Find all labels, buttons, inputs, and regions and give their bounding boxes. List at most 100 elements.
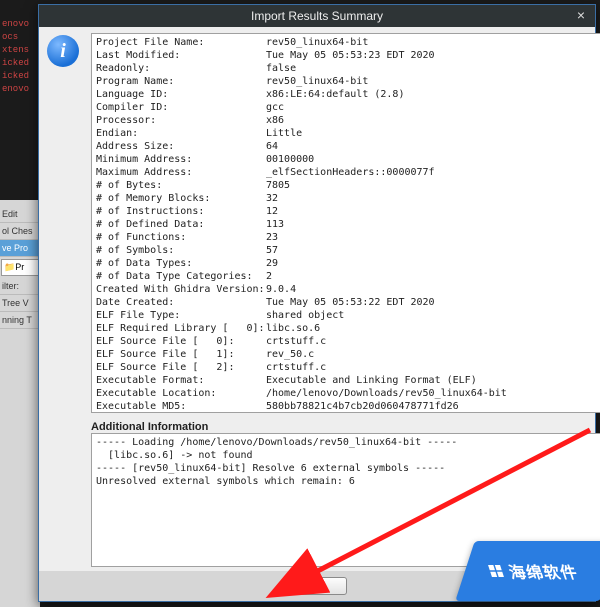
bg-left-pane: Edit ol Ches ve Pro Pr ilter: Tree V nni… [0,200,40,607]
property-value: crtstuff.c [266,362,326,373]
property-value: false [266,63,296,74]
additional-info-line: Unresolved external symbols which remain… [96,475,600,488]
info-icon: i [47,33,83,567]
property-row: # of Instructions:12 [96,205,600,218]
property-row: ELF Required Library [ 0]:libc.so.6 [96,322,600,335]
property-key: ELF Source File [ 2]: [96,361,266,374]
property-key: ELF File Type: [96,309,266,322]
property-key: Readonly: [96,62,266,75]
property-value: libc.so.6 [266,323,320,334]
property-value: _elfSectionHeaders::0000077f [266,167,435,178]
property-value: 9.0.4 [266,284,296,295]
property-key: Executable Format: [96,374,266,387]
property-value: Tue May 05 05:53:22 EDT 2020 [266,297,435,308]
property-key: Minimum Address: [96,153,266,166]
property-key: Created With Ghidra Version: [96,283,266,296]
property-row: # of Data Type Categories:2 [96,270,600,283]
property-key: # of Memory Blocks: [96,192,266,205]
additional-info-label: Additional Information [91,421,600,433]
property-row: Processor:x86 [96,114,600,127]
property-row: Endian:Little [96,127,600,140]
dialog-title: Import Results Summary [251,9,383,23]
property-key: Endian: [96,127,266,140]
property-value: x86 [266,115,284,126]
dialog-titlebar[interactable]: Import Results Summary × [39,5,595,27]
property-row: ELF Source File [ 1]:rev_50.c [96,348,600,361]
property-row: # of Symbols:57 [96,244,600,257]
property-key: Address Size: [96,140,266,153]
property-key: Processor: [96,114,266,127]
property-value: /home/lenovo/Downloads/rev50_linux64-bit [266,388,507,399]
property-row: Last Modified:Tue May 05 05:53:23 EDT 20… [96,49,600,62]
property-value: gcc [266,102,284,113]
property-value: 00100000 [266,154,314,165]
property-row: Project File Name:rev50_linux64-bit [96,36,600,49]
property-key: Project File Name: [96,36,266,49]
property-value: crtstuff.c [266,336,326,347]
property-value: shared object [266,310,344,321]
additional-info-pane[interactable]: ----- Loading /home/lenovo/Downloads/rev… [91,433,600,567]
property-key: ELF Source File [ 0]: [96,335,266,348]
property-row: Readonly:false [96,62,600,75]
property-value: 580bb78821c4b7cb20d060478771fd26 [266,401,459,412]
property-key: Program Name: [96,75,266,88]
property-row: # of Defined Data:113 [96,218,600,231]
property-row: Compiler ID:gcc [96,101,600,114]
property-key: Executable Location: [96,387,266,400]
property-key: # of Functions: [96,231,266,244]
property-row: ELF File Type:shared object [96,309,600,322]
dialog-button-bar: OK [39,571,595,601]
dialog-content: i Project File Name:rev50_linux64-bitLas… [39,27,595,571]
property-value: 64 [266,141,278,152]
property-value: 29 [266,258,278,269]
property-value: 2 [266,271,272,282]
property-key: Maximum Address: [96,166,266,179]
bg-left-text: enovo ocs xtens icked icked enovo [0,18,40,96]
info-glyph: i [47,35,79,67]
property-row: # of Functions:23 [96,231,600,244]
property-row: # of Bytes:7805 [96,179,600,192]
property-key: ELF Required Library [ 0]: [96,322,266,335]
property-key: # of Data Types: [96,257,266,270]
property-key: Compiler ID: [96,101,266,114]
property-row: Maximum Address:_elfSectionHeaders::0000… [96,166,600,179]
additional-info-line: ----- Loading /home/lenovo/Downloads/rev… [96,436,600,449]
property-row: Address Size:64 [96,140,600,153]
property-key: ELF Source File [ 1]: [96,348,266,361]
property-value: Little [266,128,302,139]
close-icon[interactable]: × [573,7,589,23]
property-value: Executable and Linking Format (ELF) [266,375,477,386]
property-row: # of Memory Blocks:32 [96,192,600,205]
property-value: 12 [266,206,278,217]
property-key: # of Defined Data: [96,218,266,231]
property-row: Minimum Address:00100000 [96,153,600,166]
import-results-dialog: Import Results Summary × i Project File … [38,4,596,602]
property-row: Program Name:rev50_linux64-bit [96,75,600,88]
property-row: Date Created:Tue May 05 05:53:22 EDT 202… [96,296,600,309]
property-row: Executable Location:/home/lenovo/Downloa… [96,387,600,400]
property-value: 7805 [266,180,290,191]
property-key: # of Symbols: [96,244,266,257]
dialog-main: Project File Name:rev50_linux64-bitLast … [91,33,600,567]
property-value: x86:LE:64:default (2.8) [266,89,404,100]
property-key: Last Modified: [96,49,266,62]
property-row: Language ID:x86:LE:64:default (2.8) [96,88,600,101]
property-row: Created With Ghidra Version:9.0.4 [96,283,600,296]
additional-info-line: [libc.so.6] -> not found [96,449,600,462]
properties-pane[interactable]: Project File Name:rev50_linux64-bitLast … [91,33,600,413]
property-key: # of Instructions: [96,205,266,218]
property-key: # of Bytes: [96,179,266,192]
property-key: Executable MD5: [96,400,266,413]
ok-button[interactable]: OK [287,577,347,595]
property-key: # of Data Type Categories: [96,270,266,283]
property-row: ELF Source File [ 2]:crtstuff.c [96,361,600,374]
property-key: Language ID: [96,88,266,101]
property-value: 113 [266,219,284,230]
property-row: Executable MD5:580bb78821c4b7cb20d060478… [96,400,600,413]
property-value: 57 [266,245,278,256]
additional-info-line: ----- [rev50_linux64-bit] Resolve 6 exte… [96,462,600,475]
property-value: 32 [266,193,278,204]
property-row: ELF Source File [ 0]:crtstuff.c [96,335,600,348]
property-key: Date Created: [96,296,266,309]
property-value: Tue May 05 05:53:23 EDT 2020 [266,50,435,61]
